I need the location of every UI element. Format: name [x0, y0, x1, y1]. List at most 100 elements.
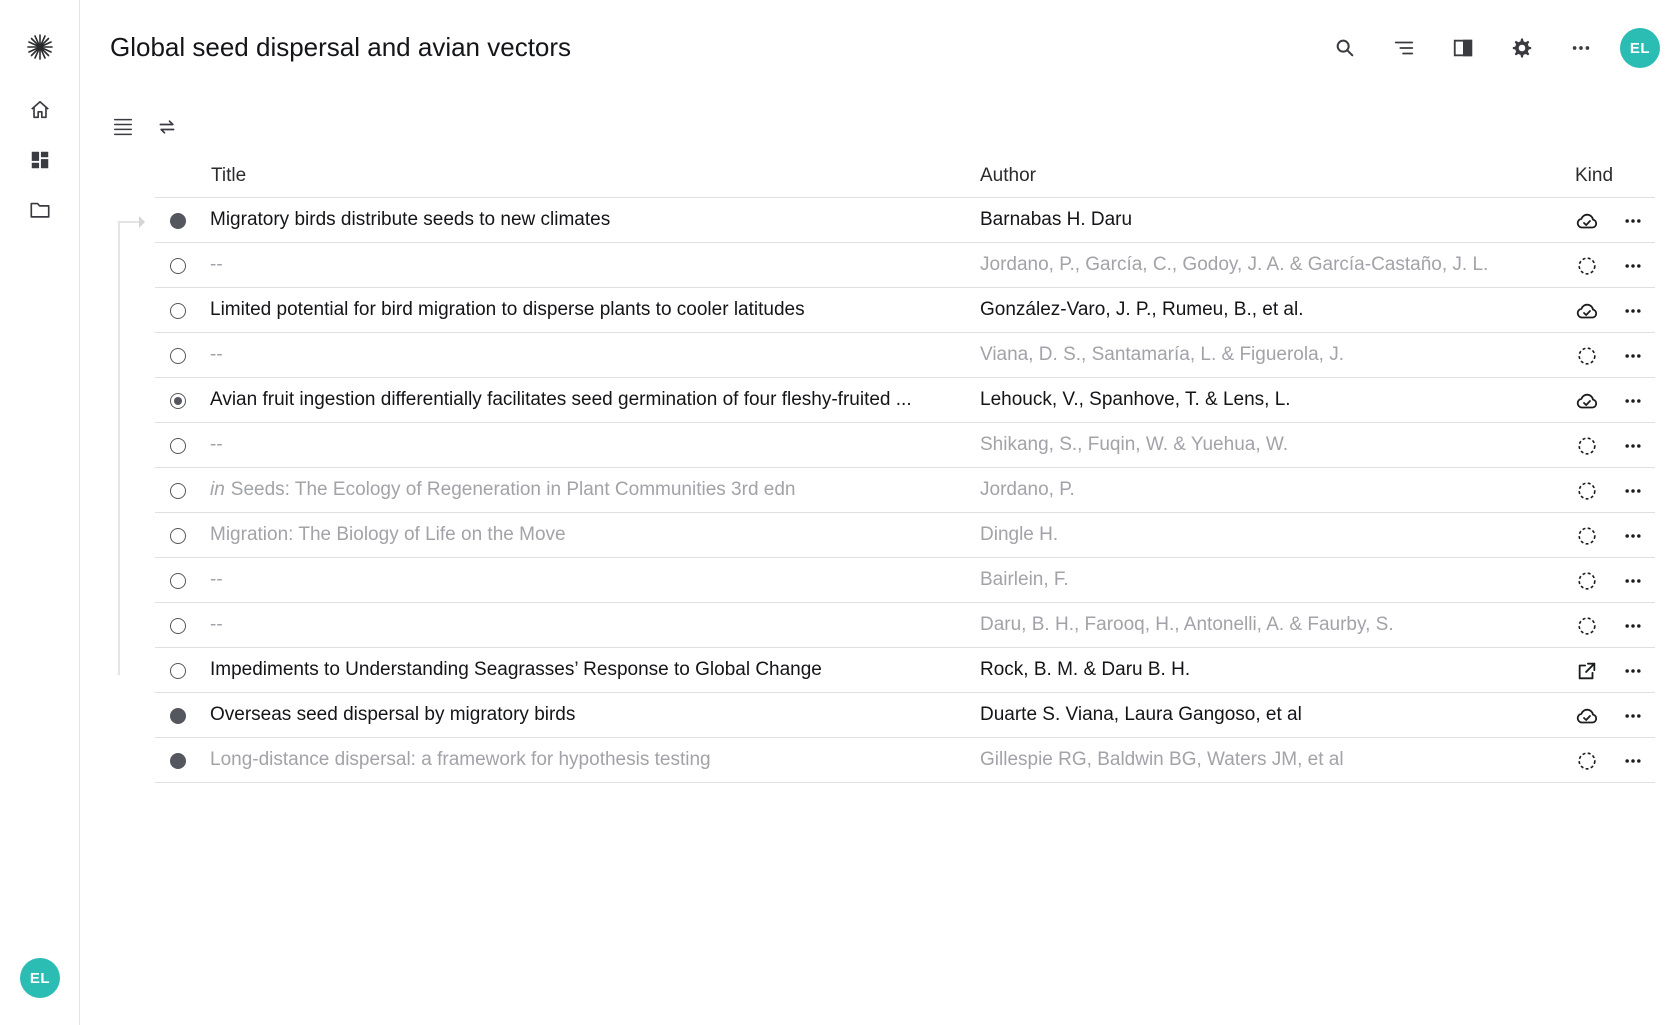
row-title-text: Migration: The Biology of Life on the Mo…: [210, 524, 566, 545]
row-title[interactable]: Impediments to Understanding Seagrasses’…: [210, 659, 970, 681]
row-title-text: --: [210, 344, 223, 365]
row-more-icon[interactable]: [1619, 297, 1647, 325]
cloud-check-icon[interactable]: [1573, 387, 1601, 415]
row-more-icon[interactable]: [1619, 567, 1647, 595]
search-icon[interactable]: [1325, 28, 1365, 68]
table-body: Migratory birds distribute seeds to new …: [155, 198, 1655, 783]
dashed-circle-icon[interactable]: [1573, 252, 1601, 280]
table-row[interactable]: -- Jordano, P., García, C., Godoy, J. A. …: [155, 243, 1655, 288]
cloud-check-icon[interactable]: [1573, 702, 1601, 730]
status-marker[interactable]: [170, 438, 186, 454]
row-author: Jordano, P.: [980, 479, 1075, 500]
status-marker[interactable]: [170, 528, 186, 544]
cloud-check-icon[interactable]: [1573, 207, 1601, 235]
row-more-icon[interactable]: [1619, 207, 1647, 235]
dashed-circle-icon[interactable]: [1573, 432, 1601, 460]
sidebar-panel-icon[interactable]: [1443, 28, 1483, 68]
status-marker[interactable]: [170, 708, 186, 724]
table-row[interactable]: Overseas seed dispersal by migratory bir…: [155, 693, 1655, 738]
header-user-avatar[interactable]: EL: [1620, 28, 1660, 68]
row-title[interactable]: --: [210, 614, 970, 636]
row-title[interactable]: Migratory birds distribute seeds to new …: [210, 209, 970, 231]
dashed-circle-icon[interactable]: [1573, 567, 1601, 595]
table-row[interactable]: -- Daru, B. H., Farooq, H., Antonelli, A.…: [155, 603, 1655, 648]
column-header-title[interactable]: Title: [211, 165, 246, 187]
dashed-circle-icon[interactable]: [1573, 747, 1601, 775]
table-header: Title Author Kind: [155, 155, 1655, 198]
external-link-icon[interactable]: [1573, 657, 1601, 685]
left-sidebar: EL: [0, 0, 80, 1025]
more-horizontal-icon[interactable]: [1561, 28, 1601, 68]
row-title-text: Overseas seed dispersal by migratory bir…: [210, 704, 576, 725]
dashed-circle-icon[interactable]: [1573, 612, 1601, 640]
row-title[interactable]: Limited potential for bird migration to …: [210, 299, 970, 321]
row-title-text: Limited potential for bird migration to …: [210, 299, 805, 320]
table-row[interactable]: -- Shikang, S., Fuqin, W. & Yuehua, W.: [155, 423, 1655, 468]
status-marker[interactable]: [170, 573, 186, 589]
table-row[interactable]: Avian fruit ingestion differentially fac…: [155, 378, 1655, 423]
status-marker[interactable]: [170, 258, 186, 274]
row-title[interactable]: Avian fruit ingestion differentially fac…: [210, 389, 970, 411]
status-marker[interactable]: [170, 393, 186, 409]
page-title: Global seed dispersal and avian vectors: [110, 32, 572, 62]
status-marker[interactable]: [170, 753, 186, 769]
dashed-circle-icon[interactable]: [1573, 477, 1601, 505]
row-title[interactable]: Migration: The Biology of Life on the Mo…: [210, 524, 970, 546]
row-more-icon[interactable]: [1619, 657, 1647, 685]
row-title-text: Long-distance dispersal: a framework for…: [210, 749, 711, 770]
tree-connector-arrow: [139, 216, 145, 228]
cloud-check-icon[interactable]: [1573, 297, 1601, 325]
user-avatar[interactable]: EL: [20, 958, 60, 998]
row-title-prefix: in: [210, 479, 225, 500]
home-icon[interactable]: [25, 95, 55, 125]
status-marker[interactable]: [170, 663, 186, 679]
row-title[interactable]: in Seeds: The Ecology of Regeneration in …: [210, 479, 970, 501]
row-more-icon[interactable]: [1619, 522, 1647, 550]
status-marker[interactable]: [170, 618, 186, 634]
references-table: Title Author Kind Migratory birds distri…: [155, 155, 1655, 783]
table-row[interactable]: -- Viana, D. S., Santamaría, L. & Figuero…: [155, 333, 1655, 378]
row-more-icon[interactable]: [1619, 252, 1647, 280]
row-more-icon[interactable]: [1619, 477, 1647, 505]
header-toolbar: EL: [1306, 28, 1660, 68]
list-view-icon[interactable]: [110, 114, 136, 140]
table-row[interactable]: -- Bairlein, F.: [155, 558, 1655, 603]
dashed-circle-icon[interactable]: [1573, 342, 1601, 370]
outline-icon[interactable]: [1384, 28, 1424, 68]
row-title[interactable]: --: [210, 254, 970, 276]
row-title[interactable]: Overseas seed dispersal by migratory bir…: [210, 704, 970, 726]
view-tools: [110, 114, 198, 140]
dashboard-icon[interactable]: [25, 145, 55, 175]
column-header-kind[interactable]: Kind: [1575, 165, 1613, 187]
table-row[interactable]: Limited potential for bird migration to …: [155, 288, 1655, 333]
status-marker[interactable]: [170, 303, 186, 319]
logo-icon[interactable]: [25, 32, 55, 62]
folder-icon[interactable]: [25, 195, 55, 225]
row-title[interactable]: Long-distance dispersal: a framework for…: [210, 749, 970, 771]
row-title[interactable]: --: [210, 569, 970, 591]
row-more-icon[interactable]: [1619, 612, 1647, 640]
table-row[interactable]: Impediments to Understanding Seagrasses’…: [155, 648, 1655, 693]
row-title-text: --: [210, 434, 223, 455]
row-more-icon[interactable]: [1619, 432, 1647, 460]
status-marker[interactable]: [170, 213, 186, 229]
status-marker[interactable]: [170, 483, 186, 499]
table-row[interactable]: Migratory birds distribute seeds to new …: [155, 198, 1655, 243]
row-title-text: Avian fruit ingestion differentially fac…: [210, 389, 912, 410]
status-marker[interactable]: [170, 348, 186, 364]
table-row[interactable]: Migration: The Biology of Life on the Mo…: [155, 513, 1655, 558]
settings-icon[interactable]: [1502, 28, 1542, 68]
row-title[interactable]: --: [210, 344, 970, 366]
row-more-icon[interactable]: [1619, 702, 1647, 730]
column-header-author[interactable]: Author: [980, 165, 1036, 187]
row-more-icon[interactable]: [1619, 342, 1647, 370]
row-more-icon[interactable]: [1619, 747, 1647, 775]
dashed-circle-icon[interactable]: [1573, 522, 1601, 550]
swap-icon[interactable]: [154, 114, 180, 140]
row-more-icon[interactable]: [1619, 387, 1647, 415]
row-title[interactable]: --: [210, 434, 970, 456]
row-title-text: --: [210, 254, 223, 275]
row-author: Duarte S. Viana, Laura Gangoso, et al: [980, 704, 1302, 725]
table-row[interactable]: in Seeds: The Ecology of Regeneration in …: [155, 468, 1655, 513]
table-row[interactable]: Long-distance dispersal: a framework for…: [155, 738, 1655, 783]
